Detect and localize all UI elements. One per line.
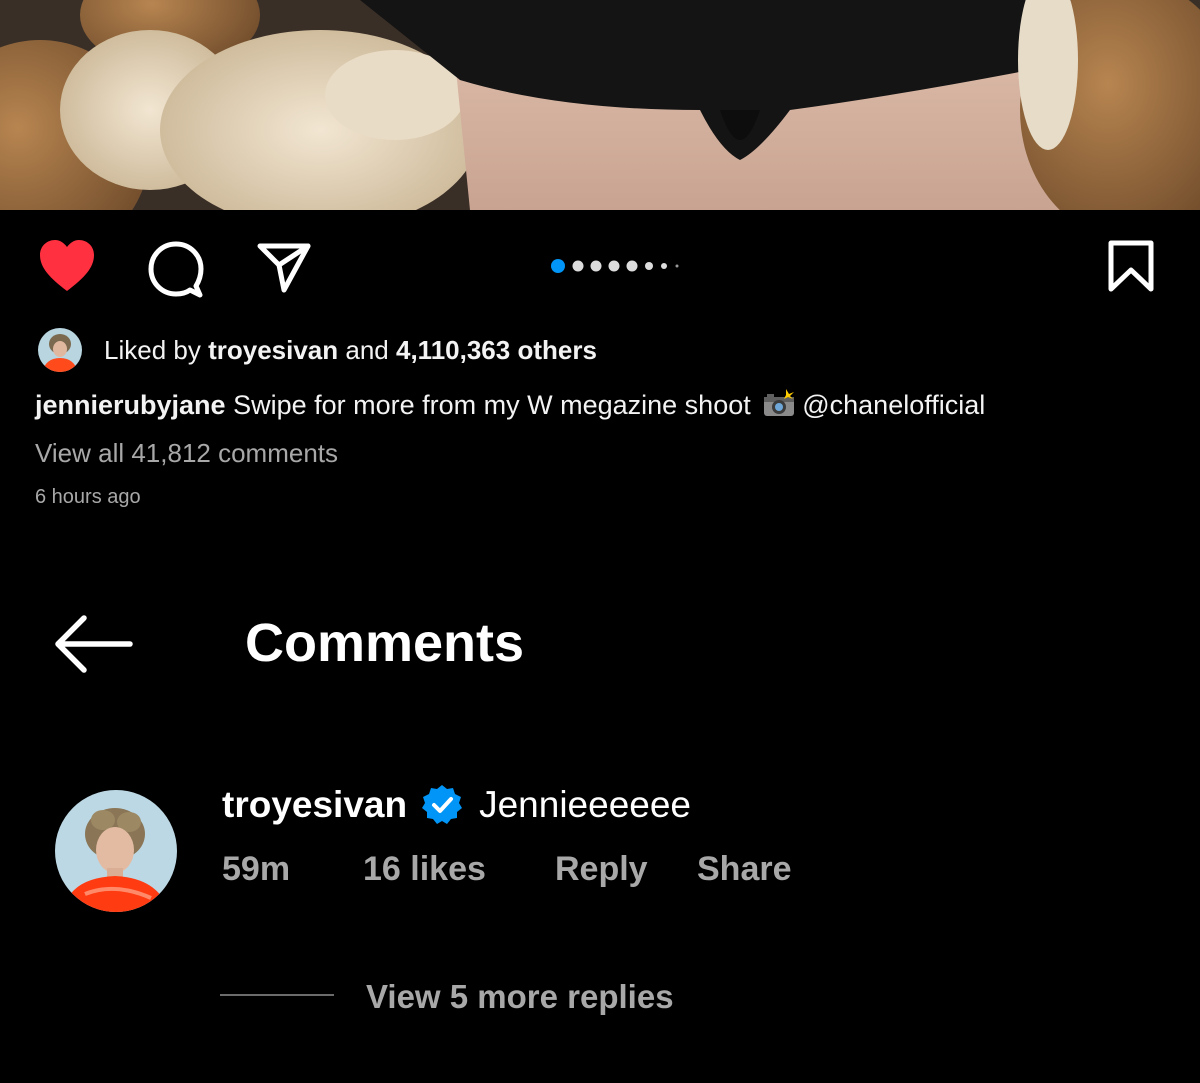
- replies-divider: [220, 994, 334, 996]
- caption-username[interactable]: jennierubyjane: [35, 390, 226, 420]
- heart-icon[interactable]: [38, 238, 96, 294]
- comment-icon[interactable]: [146, 238, 206, 298]
- comment-username[interactable]: troyesivan: [222, 784, 407, 826]
- avatar[interactable]: [38, 328, 82, 372]
- comment-text: Jennieeeeee: [479, 784, 692, 825]
- comment-likes-count[interactable]: 16 likes: [363, 850, 486, 889]
- comment-body: troyesivan Jennieeeeee: [222, 782, 691, 828]
- camera-flash-emoji-icon: [764, 389, 795, 416]
- arrow-left-icon[interactable]: [52, 612, 134, 676]
- view-all-comments-link[interactable]: View all 41,812 comments: [35, 438, 338, 469]
- avatar[interactable]: [55, 790, 177, 912]
- view-more-replies-button[interactable]: View 5 more replies: [366, 978, 674, 1016]
- comment-timestamp: 59m: [222, 850, 291, 888]
- caption-text: Swipe for more from my W megazine shoot: [225, 390, 759, 420]
- reply-button[interactable]: Reply: [555, 850, 648, 889]
- carousel-indicator: [551, 259, 679, 273]
- liked-by-and: and: [338, 334, 396, 365]
- share-button[interactable]: Share: [697, 850, 792, 889]
- liked-by-row[interactable]: Liked by troyesivan and 4,110,363 others: [38, 328, 938, 372]
- post-timestamp: 6 hours ago: [35, 486, 141, 508]
- likes-count[interactable]: 4,110,363 others: [396, 335, 597, 365]
- bookmark-icon[interactable]: [1106, 240, 1156, 292]
- post-action-bar: [0, 232, 1200, 298]
- liked-by-username[interactable]: troyesivan: [208, 335, 338, 365]
- liked-by-text: Liked by troyesivan and 4,110,363 others: [104, 335, 597, 366]
- verified-badge-icon: [422, 785, 463, 824]
- post-caption: jennierubyjane Swipe for more from my W …: [35, 388, 985, 421]
- caption-mention[interactable]: @chanelofficial: [802, 390, 985, 420]
- paper-plane-icon[interactable]: [256, 238, 312, 294]
- post-photo[interactable]: [0, 0, 1200, 210]
- instagram-post-screen: Liked by troyesivan and 4,110,363 others…: [0, 0, 1200, 1083]
- page-title: Comments: [245, 613, 525, 673]
- liked-by-prefix: Liked by: [104, 334, 209, 365]
